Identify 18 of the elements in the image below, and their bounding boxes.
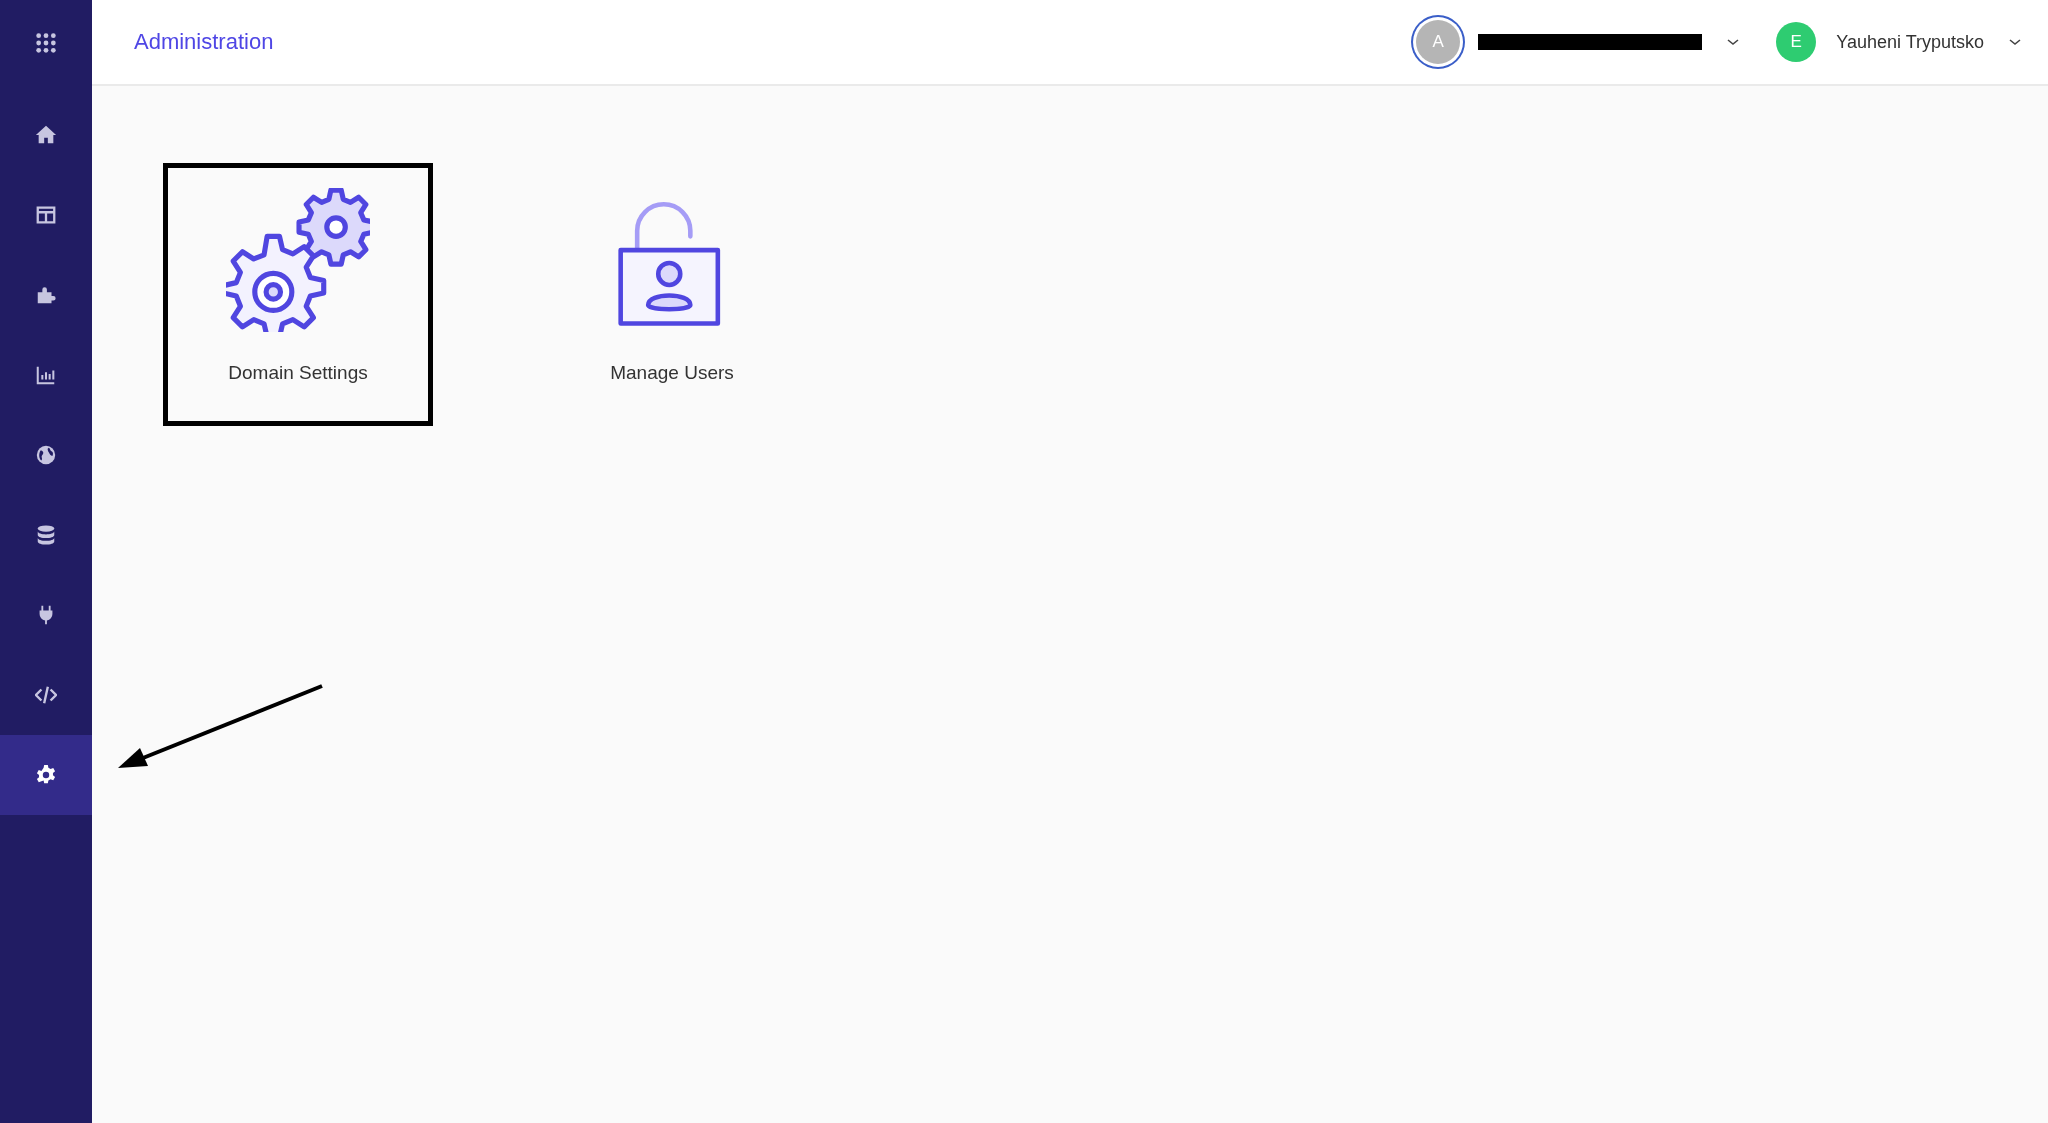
user-name: Yauheni Tryputsko (1836, 31, 1984, 53)
admin-tile[interactable]: Manage Users (537, 163, 807, 426)
admin-tile[interactable]: Domain Settings (163, 163, 433, 426)
home-icon (35, 124, 57, 146)
sidebar-item[interactable] (0, 735, 92, 815)
globe-icon (35, 444, 57, 466)
code-icon (35, 684, 57, 706)
database-icon (35, 524, 57, 546)
chevron-down-icon (2008, 37, 2022, 47)
page-title: Administration (134, 29, 275, 55)
layout-icon (35, 204, 57, 226)
account-menu[interactable]: E Yauheni Tryputsko (1776, 22, 2022, 62)
chevron-down-icon (1726, 37, 1741, 47)
bar-chart-icon (35, 364, 57, 386)
settings-icon (35, 764, 57, 786)
puzzle-piece-icon (35, 284, 57, 306)
avatar: E (1776, 22, 1817, 62)
apps-grid-icon (35, 32, 57, 54)
